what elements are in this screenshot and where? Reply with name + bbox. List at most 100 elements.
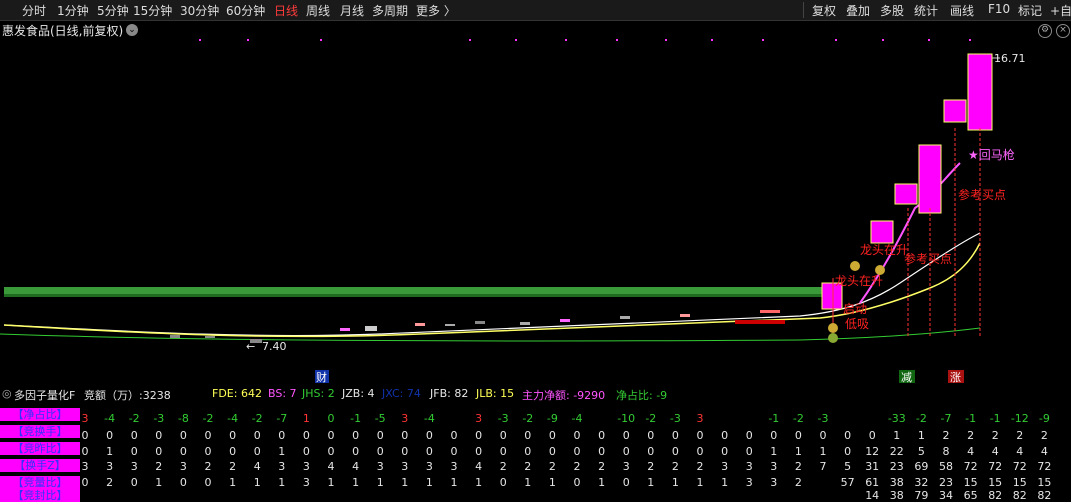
annotation-dragon-rise-2: 龙头在升	[835, 274, 884, 288]
tf-1min[interactable]: 1分钟	[57, 2, 89, 19]
table-cell: -2	[251, 412, 263, 425]
table-cell: 8	[942, 445, 950, 458]
table-cell: 0	[327, 429, 335, 442]
table-cell: 0	[352, 445, 360, 458]
btn-f10[interactable]: F10	[988, 2, 1010, 16]
btn-fuquan[interactable]: 复权	[812, 2, 836, 19]
table-cell: 1	[352, 476, 360, 489]
table-cell: 0	[327, 445, 335, 458]
table-cell: -4	[571, 412, 583, 425]
table-cell: 1	[450, 476, 458, 489]
low-price-value: 7.40	[262, 340, 287, 353]
table-cell: 0	[130, 429, 138, 442]
table-cell: 15	[1012, 476, 1027, 489]
table-cell: 3	[179, 460, 187, 473]
btn-huaxian[interactable]: 画线	[950, 2, 974, 19]
collapse-icon[interactable]: ◎	[2, 387, 12, 400]
table-cell: 0	[573, 429, 581, 442]
table-cell: 69	[914, 460, 929, 473]
table-cell: 0	[376, 445, 384, 458]
table-cell: 5	[844, 460, 852, 473]
table-cell: 3	[81, 412, 89, 425]
tf-30min[interactable]: 30分钟	[180, 2, 219, 19]
btn-tongji[interactable]: 统计	[914, 2, 938, 19]
table-cell: -9	[1038, 412, 1050, 425]
table-cell: -1	[768, 412, 780, 425]
tf-60min[interactable]: 60分钟	[226, 2, 265, 19]
table-cell: 82	[1037, 489, 1052, 502]
table-cell: 0	[745, 445, 753, 458]
table-cell: 2	[1040, 429, 1048, 442]
table-cell: 0	[598, 445, 606, 458]
chevron-down-icon[interactable]: ⌄	[126, 24, 138, 36]
table-cell: 0	[425, 429, 433, 442]
table-cell: 1	[598, 476, 606, 489]
table-cell: 1	[647, 476, 655, 489]
table-cell: 22	[889, 445, 904, 458]
table-cell: 0	[253, 429, 261, 442]
table-cell: 2	[794, 460, 802, 473]
table-cell: 2	[794, 476, 802, 489]
table-cell: 34	[939, 489, 953, 502]
indicator-jzb2: 净占比: -9	[616, 389, 668, 402]
table-cell: 15	[1037, 476, 1052, 489]
btn-diejia[interactable]: 叠加	[846, 2, 870, 19]
table-cell: 1	[917, 429, 925, 442]
table-cell: 0	[401, 429, 409, 442]
tf-15min[interactable]: 15分钟	[133, 2, 172, 19]
table-cell: 1	[671, 476, 679, 489]
table-cell: 2	[499, 460, 507, 473]
settings-icon[interactable]: ⚙	[1038, 24, 1052, 38]
table-cell: 82	[1012, 489, 1027, 502]
btn-zixuan[interactable]: +自	[1050, 2, 1071, 19]
indicator-jhs: JHS: 2	[302, 387, 335, 400]
table-cell: 3	[696, 412, 704, 425]
table-cell: 1	[401, 476, 409, 489]
table-cell: -3	[669, 412, 681, 425]
close-icon[interactable]: ×	[1056, 24, 1070, 38]
table-cell: 3	[475, 412, 483, 425]
chart-titlebar: 惠发食品(日线,前复权) ⌄ ⚙ ×	[0, 21, 1071, 39]
table-cell: 3	[745, 460, 753, 473]
table-cell: 0	[229, 445, 237, 458]
table-cell: 0	[868, 429, 876, 442]
table-cell: 1	[524, 476, 532, 489]
table-cell: 3	[278, 460, 286, 473]
table-cell: 1	[893, 429, 901, 442]
marker-jian: 减	[901, 371, 912, 384]
table-cell: 3	[302, 476, 310, 489]
table-cell: -7	[276, 412, 288, 425]
table-cell: 0	[179, 445, 187, 458]
table-cell: 2	[548, 460, 556, 473]
tf-fenshi[interactable]: 分时	[22, 2, 46, 19]
tf-weekly[interactable]: 周线	[306, 2, 330, 19]
indicator-name[interactable]: 多因子量化F	[14, 387, 75, 403]
table-cell: 1	[475, 476, 483, 489]
table-cell: 15	[988, 476, 1003, 489]
tf-more[interactable]: 更多 〉	[416, 2, 456, 19]
tf-monthly[interactable]: 月线	[340, 2, 364, 19]
table-cell: 4	[991, 445, 999, 458]
row-label-jinghuanshou: 【竞换手】	[0, 425, 80, 438]
row-label-jingfengbi: 【竞封比】	[0, 489, 80, 502]
table-cell: 3	[81, 460, 89, 473]
indicator-jzb: JZB: 4	[342, 387, 375, 400]
tf-daily[interactable]: 日线	[274, 2, 298, 19]
marker-cai: 财	[316, 370, 327, 384]
table-cell: 2	[573, 460, 581, 473]
table-cell: 0	[155, 445, 163, 458]
table-cell: 2	[942, 429, 950, 442]
kline-chart[interactable]: 16.71 ← 7.40 财 减 涨	[0, 38, 1071, 385]
table-cell: 0	[524, 429, 532, 442]
table-cell: 2	[155, 460, 163, 473]
table-cell: 0	[844, 445, 852, 458]
toolbar: 分时 1分钟 5分钟 15分钟 30分钟 60分钟 日线 周线 月线 多周期 更…	[0, 0, 1071, 21]
kline-candles	[170, 310, 785, 343]
tf-5min[interactable]: 5分钟	[97, 2, 129, 19]
tf-multi[interactable]: 多周期	[372, 2, 408, 19]
table-cell: 0	[179, 476, 187, 489]
btn-duogu[interactable]: 多股	[880, 2, 904, 19]
btn-biaoji[interactable]: 标记	[1018, 2, 1042, 19]
table-cell: 58	[939, 460, 953, 473]
table-cell: 3	[401, 460, 409, 473]
